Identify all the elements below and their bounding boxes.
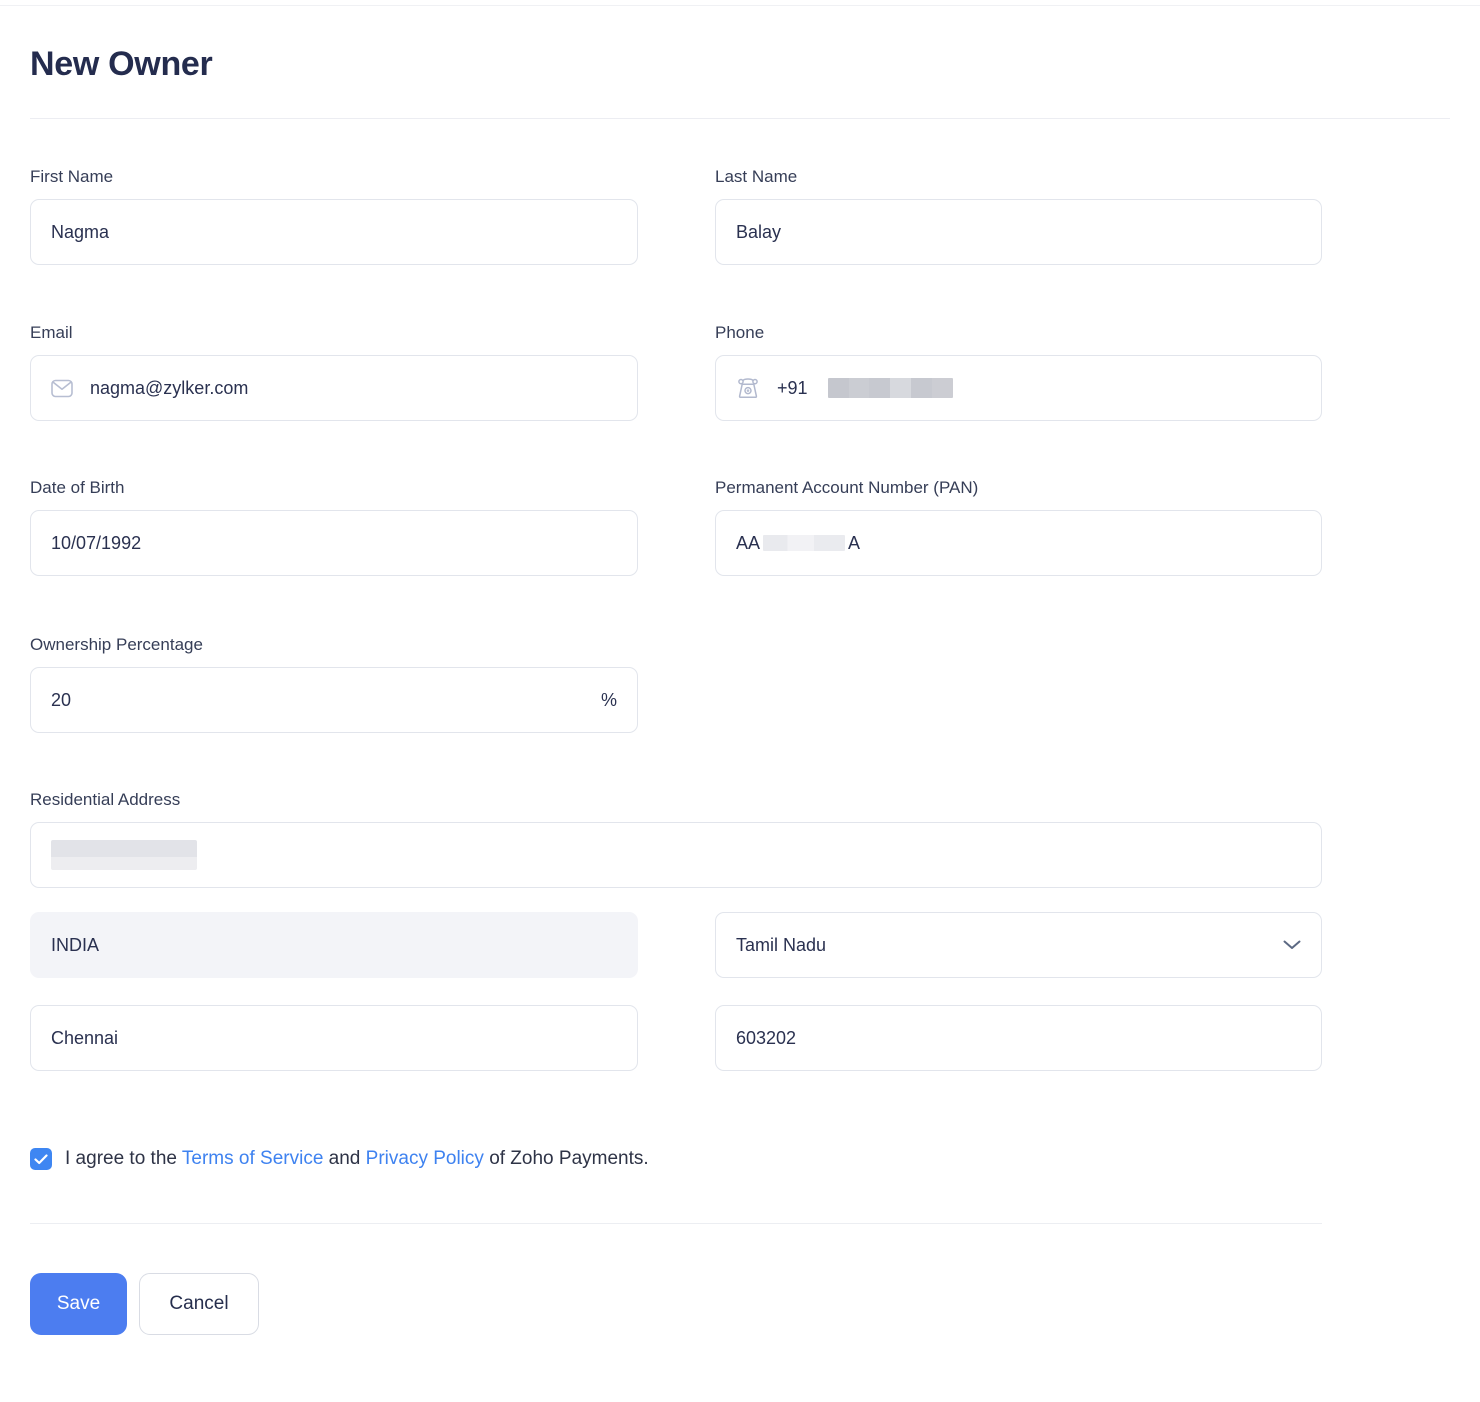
pan-value-suffix: A: [848, 533, 860, 554]
ownership-input[interactable]: 20 %: [30, 667, 638, 733]
title-divider: [30, 118, 1450, 119]
contact-row: Email nagma@zylker.com Phone: [30, 323, 1322, 421]
agreement-checkbox[interactable]: [30, 1148, 52, 1170]
country-value: INDIA: [51, 935, 99, 956]
save-button[interactable]: Save: [30, 1273, 127, 1335]
phone-country-code: +91: [777, 378, 808, 399]
masked-phone-number: [828, 378, 953, 398]
first-name-field: First Name: [30, 167, 638, 265]
dob-field: Date of Birth: [30, 478, 638, 576]
agreement-row: I agree to the Terms of Service and Priv…: [30, 1148, 1322, 1170]
top-divider: [0, 5, 1480, 6]
pan-value-prefix: AA: [736, 533, 760, 554]
city-input[interactable]: [30, 1005, 638, 1071]
phone-label: Phone: [715, 323, 1322, 343]
first-name-input[interactable]: [30, 199, 638, 265]
pan-label: Permanent Account Number (PAN): [715, 478, 1322, 498]
email-label: Email: [30, 323, 638, 343]
footer-divider: [30, 1223, 1322, 1224]
last-name-label: Last Name: [715, 167, 1322, 187]
ownership-label: Ownership Percentage: [30, 635, 638, 655]
agreement-text-middle: and: [329, 1148, 361, 1169]
address-row: Residential Address: [30, 790, 1322, 888]
country-state-row: INDIA Tamil Nadu: [30, 912, 1322, 978]
pan-input[interactable]: AA A: [715, 510, 1322, 576]
country-input: INDIA: [30, 912, 638, 978]
envelope-icon: [51, 379, 73, 398]
cancel-button[interactable]: Cancel: [139, 1273, 259, 1335]
masked-address-value: [51, 840, 197, 870]
ownership-row-spacer: [715, 635, 1322, 733]
dob-input[interactable]: [30, 510, 638, 576]
email-input[interactable]: nagma@zylker.com: [30, 355, 638, 421]
phone-input[interactable]: +91: [715, 355, 1322, 421]
new-owner-form: First Name Last Name Email nagma@zylker.…: [30, 167, 1322, 1335]
first-name-label: First Name: [30, 167, 638, 187]
agreement-text-before: I agree to the: [65, 1148, 177, 1169]
privacy-policy-link[interactable]: Privacy Policy: [366, 1148, 484, 1169]
last-name-field: Last Name: [715, 167, 1322, 265]
state-select[interactable]: Tamil Nadu: [715, 912, 1322, 978]
ownership-value: 20: [51, 690, 71, 711]
action-buttons: Save Cancel: [30, 1273, 1322, 1335]
email-value: nagma@zylker.com: [90, 378, 248, 399]
page-title: New Owner: [30, 40, 1450, 88]
ownership-row: Ownership Percentage 20 %: [30, 635, 1322, 733]
city-pincode-row: [30, 1005, 1322, 1071]
name-row: First Name Last Name: [30, 167, 1322, 265]
agreement-text-after: of Zoho Payments.: [489, 1148, 648, 1169]
dob-pan-row: Date of Birth Permanent Account Number (…: [30, 478, 1322, 576]
dob-label: Date of Birth: [30, 478, 638, 498]
masked-pan-middle: [763, 535, 845, 551]
last-name-input[interactable]: [715, 199, 1322, 265]
address-input[interactable]: [30, 822, 1322, 888]
terms-of-service-link[interactable]: Terms of Service: [182, 1148, 323, 1169]
state-value: Tamil Nadu: [736, 935, 826, 956]
percent-suffix: %: [601, 690, 617, 711]
pincode-input[interactable]: [715, 1005, 1322, 1071]
pan-field: Permanent Account Number (PAN) AA A: [715, 478, 1322, 576]
agreement-text: I agree to the Terms of Service and Priv…: [65, 1148, 649, 1170]
phone-field: Phone +91: [715, 323, 1322, 421]
chevron-down-icon: [1283, 940, 1301, 950]
phone-icon: [736, 377, 760, 399]
ownership-field: Ownership Percentage 20 %: [30, 635, 638, 733]
address-label: Residential Address: [30, 790, 1322, 810]
email-field: Email nagma@zylker.com: [30, 323, 638, 421]
new-owner-form-page: New Owner First Name Last Name Email: [0, 0, 1480, 1402]
check-icon: [34, 1154, 48, 1165]
